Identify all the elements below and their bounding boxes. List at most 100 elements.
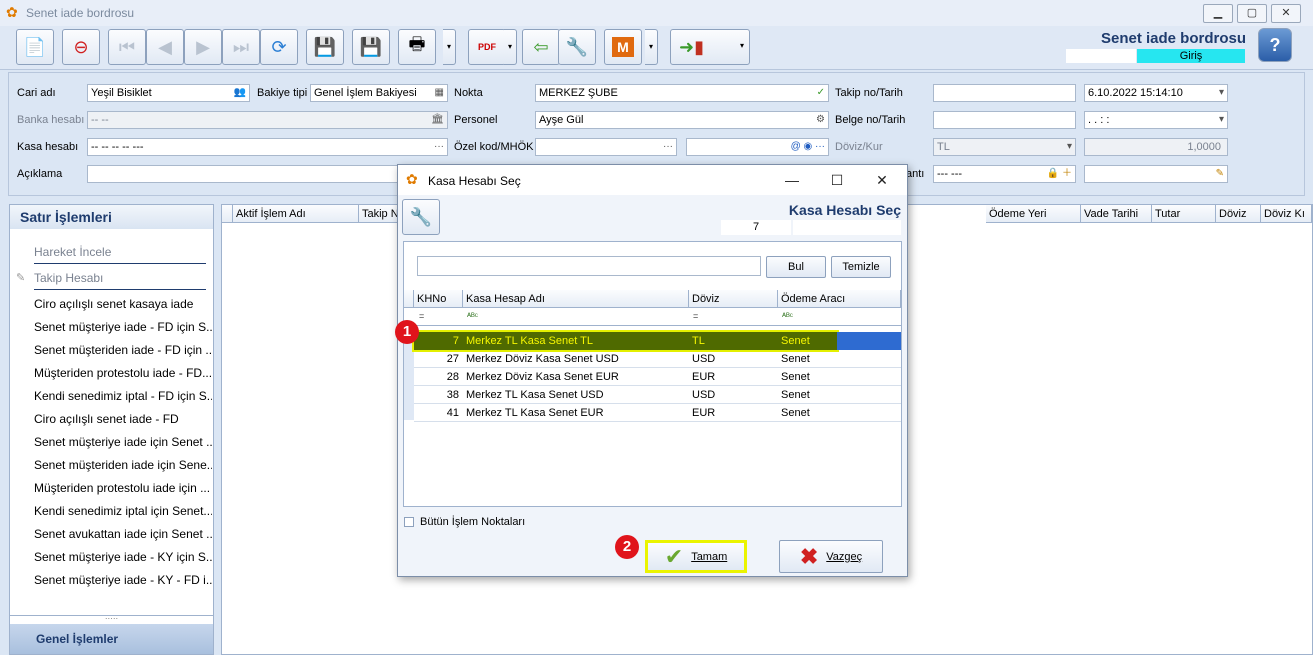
dialog-close-button[interactable]: ✕ xyxy=(872,171,892,189)
ellipsis-icon[interactable]: ··· xyxy=(434,139,444,155)
takip-input[interactable] xyxy=(933,84,1076,102)
banka-input[interactable]: -- -- 🏛 xyxy=(87,111,448,129)
belge-date-input[interactable]: . . : : ▾ xyxy=(1084,111,1228,129)
column-header[interactable]: Vade Tarihi xyxy=(1081,205,1152,223)
list-item[interactable]: Senet müşteriden iade - FD için ... xyxy=(34,343,212,357)
eraser-icon[interactable]: ✎ xyxy=(1216,166,1224,182)
previous-record-icon[interactable]: ◀ xyxy=(146,29,184,65)
clear-button[interactable]: Temizle xyxy=(831,256,891,278)
column-header[interactable]: KHNo xyxy=(414,290,463,308)
list-item[interactable]: Müşteriden protestolu iade - FD... xyxy=(34,366,212,380)
ok-button[interactable]: ✔ Tamam xyxy=(645,540,747,573)
table-row[interactable]: 27 Merkez Döviz Kasa Senet USD USD Senet xyxy=(414,350,901,368)
list-item[interactable]: Kendi senedimiz iptal - FD için S... xyxy=(34,389,212,403)
email-icon[interactable]: @ ◉ ··· xyxy=(791,139,825,155)
table-row[interactable]: 38 Merkez TL Kasa Senet USD USD Senet xyxy=(414,386,901,404)
cari-input[interactable]: Yeşil Bisiklet 👥 xyxy=(87,84,250,102)
print-dropdown-icon[interactable]: ▾ xyxy=(443,29,456,65)
genel-islemler-button[interactable]: Genel İşlemler xyxy=(10,624,213,654)
filter-row[interactable]: = ᴬᴮᶜ = ᴬᴮᶜ xyxy=(404,308,901,326)
chevron-down-icon[interactable]: ▾ xyxy=(1219,112,1224,128)
bank-icon[interactable]: 🏛 xyxy=(431,112,444,128)
new-document-icon[interactable]: 📄 xyxy=(16,29,54,65)
takip-date-input[interactable]: 6.10.2022 15:14:10 ▾ xyxy=(1084,84,1228,102)
pdf-dropdown-icon[interactable]: ▾ xyxy=(504,29,517,65)
list-item[interactable]: Ciro açılışlı senet iade - FD xyxy=(34,412,212,426)
aciklama-input[interactable] xyxy=(87,165,407,183)
column-header[interactable]: Kasa Hesap Adı xyxy=(463,290,689,308)
table-row[interactable]: 7 Merkez TL Kasa Senet TL TL Senet xyxy=(414,332,901,350)
list-item[interactable]: Hareket İncele xyxy=(34,245,212,259)
table-row[interactable]: 28 Merkez Döviz Kasa Senet EUR EUR Senet xyxy=(414,368,901,386)
list-item[interactable]: Kendi senedimiz iptal için Senet... xyxy=(34,504,212,518)
chevron-down-icon[interactable]: ▾ xyxy=(1067,139,1072,155)
nokta-input[interactable]: MERKEZ ŞUBE ✓ xyxy=(535,84,829,102)
equals-filter-icon[interactable]: = xyxy=(693,311,698,321)
column-header[interactable]: Döviz xyxy=(1216,205,1261,223)
belge-input[interactable] xyxy=(933,111,1076,129)
column-header[interactable]: Ödeme Yeri xyxy=(986,205,1081,223)
eraser-input[interactable]: ✎ xyxy=(1084,165,1228,183)
lock-plus-icon[interactable]: 🔒 ＋ xyxy=(1047,166,1072,182)
settings-wrench-icon[interactable]: 🔧 xyxy=(402,199,440,235)
personel-input[interactable]: Ayşe Gül ⚙ xyxy=(535,111,829,129)
import-icon[interactable]: ⇦ xyxy=(522,29,560,65)
search-input[interactable] xyxy=(417,256,761,276)
person-card-icon[interactable]: ⚙ xyxy=(816,112,825,128)
pdf-save-icon[interactable]: PDF xyxy=(468,29,506,65)
list-item[interactable]: Senet müşteriye iade için Senet ... xyxy=(34,435,212,449)
splitter-handle[interactable]: ····· xyxy=(10,615,213,623)
text-filter-icon[interactable]: ᴬᴮᶜ xyxy=(782,311,793,321)
column-header[interactable]: Tutar xyxy=(1152,205,1216,223)
text-filter-icon[interactable]: ᴬᴮᶜ xyxy=(467,311,478,321)
m-module-icon[interactable]: M xyxy=(604,29,642,65)
save-icon[interactable]: 💾 xyxy=(306,29,344,65)
list-item[interactable]: Senet avukattan iade için Senet ... xyxy=(34,527,212,541)
print-icon[interactable]: 🖶 xyxy=(398,29,436,65)
mhok-input[interactable]: @ ◉ ··· xyxy=(686,138,829,156)
ozel-input[interactable]: ··· xyxy=(535,138,677,156)
cancel-button[interactable]: ✖ Vazgeç xyxy=(779,540,883,573)
list-item[interactable]: Takip Hesabı xyxy=(34,271,212,285)
close-button[interactable]: ✕ xyxy=(1271,4,1301,23)
last-record-icon[interactable]: ⏭ xyxy=(222,29,260,65)
delete-document-icon[interactable]: ⊖ xyxy=(62,29,100,65)
help-icon[interactable]: ? xyxy=(1258,28,1292,62)
equals-filter-icon[interactable]: = xyxy=(419,311,424,321)
column-header[interactable]: Döviz xyxy=(689,290,778,308)
chevron-down-icon[interactable]: ▾ xyxy=(1219,85,1224,101)
anti-input[interactable]: --- --- 🔒 ＋ xyxy=(933,165,1076,183)
kasa-input[interactable]: -- -- -- -- --- ··· xyxy=(87,138,448,156)
find-button[interactable]: Bul xyxy=(766,256,826,278)
doviz-input[interactable]: TL ▾ xyxy=(933,138,1076,156)
list-item[interactable]: Senet müşteriden iade için Sene... xyxy=(34,458,212,472)
minimize-button[interactable]: ▁ xyxy=(1203,4,1233,23)
list-item[interactable]: Ciro açılışlı senet kasaya iade xyxy=(34,297,212,311)
refresh-icon[interactable]: ⟳ xyxy=(260,29,298,65)
exit-dropdown-icon[interactable]: ▾ xyxy=(736,29,748,63)
save-close-icon[interactable]: 💾 xyxy=(352,29,390,65)
table-row[interactable]: 41 Merkez TL Kasa Senet EUR EUR Senet xyxy=(414,404,901,422)
dialog-minimize-button[interactable]: — xyxy=(782,171,802,189)
users-icon[interactable]: 👥 xyxy=(234,85,246,101)
check-icon[interactable]: ✓ xyxy=(817,85,825,101)
maximize-button[interactable]: ▢ xyxy=(1237,4,1267,23)
m-module-dropdown-icon[interactable]: ▾ xyxy=(645,29,658,65)
ellipsis-icon[interactable]: ··· xyxy=(663,139,673,155)
list-item[interactable]: Senet müşteriye iade - KY için S... xyxy=(34,550,212,564)
column-header[interactable]: Ödeme Aracı xyxy=(778,290,901,308)
settings-wrench-icon[interactable]: 🔧 xyxy=(558,29,596,65)
column-header[interactable]: Takip No xyxy=(359,205,399,223)
column-header[interactable]: Aktif İşlem Adı xyxy=(233,205,359,223)
list-item[interactable]: Müşteriden protestolu iade için ... xyxy=(34,481,212,495)
list-item[interactable]: Senet müşteriye iade - FD için S... xyxy=(34,320,212,334)
dialog-maximize-button[interactable]: ☐ xyxy=(827,171,847,189)
bakiye-input[interactable]: Genel İşlem Bakiyesi ▦ xyxy=(310,84,448,102)
kur-input[interactable]: 1,0000 xyxy=(1084,138,1228,156)
all-points-checkbox[interactable] xyxy=(404,517,414,527)
grid-picker-icon[interactable]: ▦ xyxy=(435,85,444,101)
first-record-icon[interactable]: ⏮ xyxy=(108,29,146,65)
next-record-icon[interactable]: ▶ xyxy=(184,29,222,65)
column-header[interactable]: Döviz Kı xyxy=(1261,205,1312,223)
list-item[interactable]: Senet müşteriye iade - KY - FD i... xyxy=(34,573,212,587)
